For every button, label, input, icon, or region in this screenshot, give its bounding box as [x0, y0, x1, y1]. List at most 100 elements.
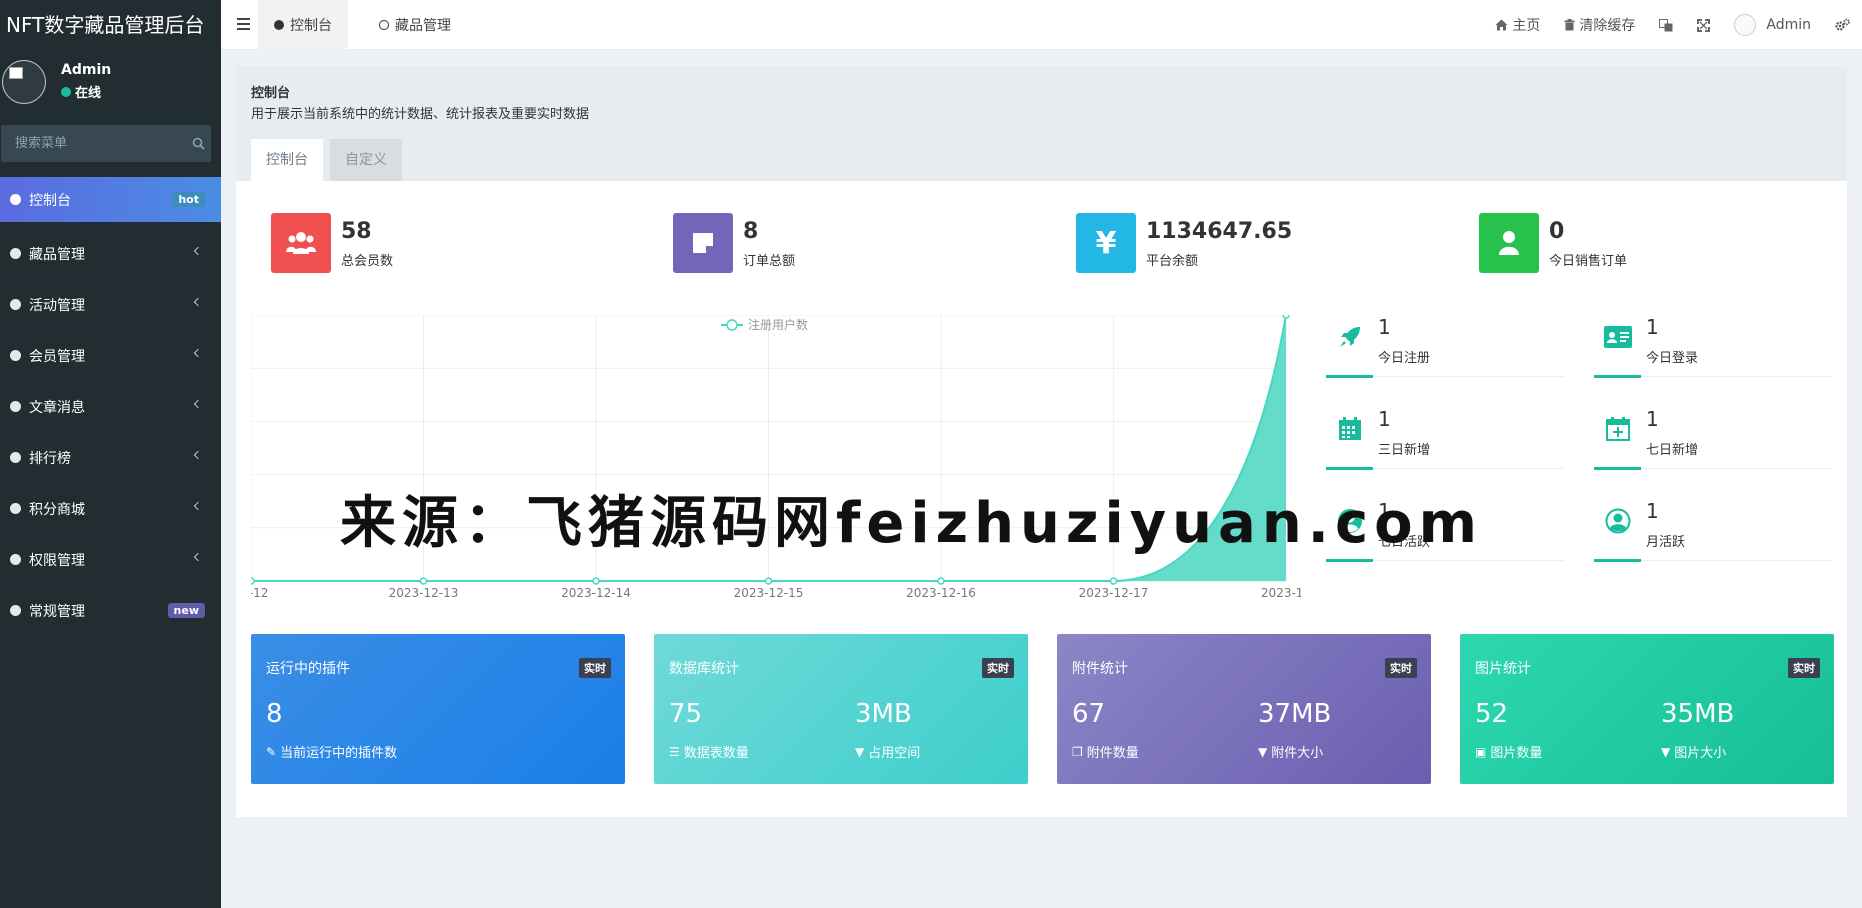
- circle-icon: [10, 299, 21, 310]
- tab-dashboard-panel[interactable]: 控制台: [251, 139, 323, 181]
- fullscreen-button[interactable]: [1685, 18, 1722, 32]
- chevron-left-icon: [193, 399, 203, 409]
- stat-label: 平台余额: [1146, 253, 1199, 269]
- filter-icon: ▼: [1258, 744, 1268, 759]
- mini-stat-value: 1: [1646, 315, 1659, 339]
- mini-stat-label: 今日登录: [1646, 351, 1699, 366]
- mini-stat-today-register: 1 今日注册: [1326, 315, 1576, 395]
- circle-o-icon: [379, 20, 389, 30]
- accent-bar: [1594, 559, 1641, 562]
- card-subtitle-secondary: ▼ 图片大小: [1661, 742, 1727, 762]
- card-plugins: 运行中的插件 实时 8 ✎ 当前运行中的插件数: [251, 634, 625, 784]
- page-title: 控制台: [251, 86, 291, 101]
- page-description: 用于展示当前系统中的统计数据、统计报表及重要实时数据: [251, 107, 590, 122]
- chevron-left-icon: [193, 297, 203, 307]
- sidebar-item-dashboard[interactable]: 控制台 hot: [0, 177, 221, 222]
- home-link[interactable]: 主页: [1483, 15, 1552, 35]
- tab-dashboard[interactable]: 控制台: [258, 0, 348, 50]
- card-subtitle-secondary: ▼ 占用空间: [855, 742, 920, 762]
- card-sub-label: 附件数量: [1086, 746, 1139, 761]
- card-value: 67: [1072, 699, 1106, 729]
- x-tick-label: 2023-12-15: [734, 586, 804, 600]
- user-panel: Admin 在线: [0, 50, 221, 115]
- card-sub-label: 图片数量: [1490, 746, 1543, 761]
- menu-search-input[interactable]: [15, 136, 185, 151]
- tab-collections[interactable]: 藏品管理: [363, 0, 467, 50]
- calendar-icon: [1336, 415, 1364, 443]
- card-title: 运行中的插件: [266, 661, 350, 677]
- clear-cache-button[interactable]: 清除缓存: [1552, 15, 1647, 35]
- x-tick-label: 2023-12-17: [1079, 586, 1149, 600]
- mini-stat-today-login: 1 今日登录: [1594, 315, 1844, 395]
- stat-icon-box: [271, 213, 331, 273]
- card-sub-label: 数据表数量: [683, 746, 749, 761]
- home-icon: [1495, 19, 1508, 31]
- settings-button[interactable]: [1823, 18, 1862, 32]
- tab-label: 藏品管理: [395, 18, 451, 34]
- mini-stat-value: 1: [1646, 407, 1659, 431]
- user-menu[interactable]: Admin: [1722, 14, 1823, 36]
- card-value: 8: [266, 699, 283, 729]
- realtime-badge: 实时: [1788, 658, 1820, 678]
- circle-icon: [10, 248, 21, 259]
- mini-stat-value: 1: [1646, 499, 1659, 523]
- data-point: [592, 577, 600, 585]
- page-header: 控制台 用于展示当前系统中的统计数据、统计报表及重要实时数据 控制台 自定义: [236, 66, 1847, 181]
- sidebar-item-general[interactable]: 常规管理 new: [0, 585, 221, 636]
- sidebar-item-label: 活动管理: [29, 297, 85, 314]
- stat-label: 总会员数: [341, 253, 394, 269]
- chevron-left-icon: [193, 450, 203, 460]
- rocket-icon: [1336, 323, 1364, 351]
- online-status-icon: [61, 86, 71, 97]
- circle-icon: [10, 503, 21, 514]
- mini-stat-label: 今日注册: [1378, 351, 1431, 366]
- chevron-left-icon: [193, 348, 203, 358]
- x-tick-label: 2023-12-14: [561, 586, 631, 600]
- home-label: 主页: [1512, 18, 1541, 34]
- mini-stat-value: 1: [1378, 407, 1391, 431]
- gears-icon: [1835, 18, 1850, 31]
- menu-toggle-icon[interactable]: [237, 18, 250, 30]
- yen-icon: ¥: [1095, 225, 1117, 261]
- sidebar-item-label: 排行榜: [29, 450, 71, 467]
- sidebar-item-activities[interactable]: 活动管理: [0, 279, 221, 330]
- sidebar-item-label: 积分商城: [29, 501, 85, 518]
- card-value-secondary: 37MB: [1258, 699, 1332, 729]
- circle-icon: [10, 452, 21, 463]
- search-icon[interactable]: [185, 125, 211, 162]
- card-subtitle: ▣ 图片数量: [1475, 742, 1543, 762]
- sidebar-item-permissions[interactable]: 权限管理: [0, 534, 221, 585]
- trash-icon: [1564, 19, 1575, 31]
- area-chart: 12-12 2023-12-13 2023-12-14 2023-12-15 2023-…: [234, 311, 1311, 600]
- sidebar-item-collections[interactable]: 藏品管理: [0, 228, 221, 279]
- card-attachments: 附件统计 实时 67 37MB ❐ 附件数量 ▼ 附件大小: [1057, 634, 1431, 784]
- stat-icon-box: ¥: [1076, 213, 1136, 273]
- chevron-left-icon: [193, 552, 203, 562]
- tab-label: 控制台: [290, 18, 332, 34]
- user-name: Admin: [61, 62, 112, 78]
- hot-badge: hot: [172, 192, 205, 207]
- sidebar-item-members[interactable]: 会员管理: [0, 330, 221, 381]
- stat-value: 58: [341, 218, 372, 244]
- stat-icon-box: [1479, 213, 1539, 273]
- card-title: 数据库统计: [669, 661, 739, 677]
- realtime-badge: 实时: [1385, 658, 1417, 678]
- circle-icon: [10, 554, 21, 565]
- translate-button[interactable]: [1647, 18, 1685, 32]
- stat-total-members: 58 总会员数: [271, 213, 393, 273]
- x-tick-label: 12-12: [251, 586, 268, 600]
- user-icon: [1499, 231, 1519, 255]
- sidebar-item-articles[interactable]: 文章消息: [0, 381, 221, 432]
- circle-icon: [10, 605, 21, 616]
- sidebar-item-points-mall[interactable]: 积分商城: [0, 483, 221, 534]
- sidebar-item-ranking[interactable]: 排行榜: [0, 432, 221, 483]
- x-tick-label: 2023-12-16: [906, 586, 976, 600]
- app-title[interactable]: NFT数字藏品管理后台: [0, 0, 221, 50]
- sidebar-item-label: 权限管理: [29, 552, 85, 569]
- stat-label: 今日销售订单: [1549, 253, 1628, 269]
- card-subtitle: ✎ 当前运行中的插件数: [266, 742, 397, 762]
- main-content: 控制台 用于展示当前系统中的统计数据、统计报表及重要实时数据 控制台 自定义 5…: [234, 66, 1847, 817]
- card-sub-label: 图片大小: [1674, 746, 1727, 761]
- magic-icon: ✎: [266, 744, 277, 759]
- tab-custom[interactable]: 自定义: [330, 139, 402, 181]
